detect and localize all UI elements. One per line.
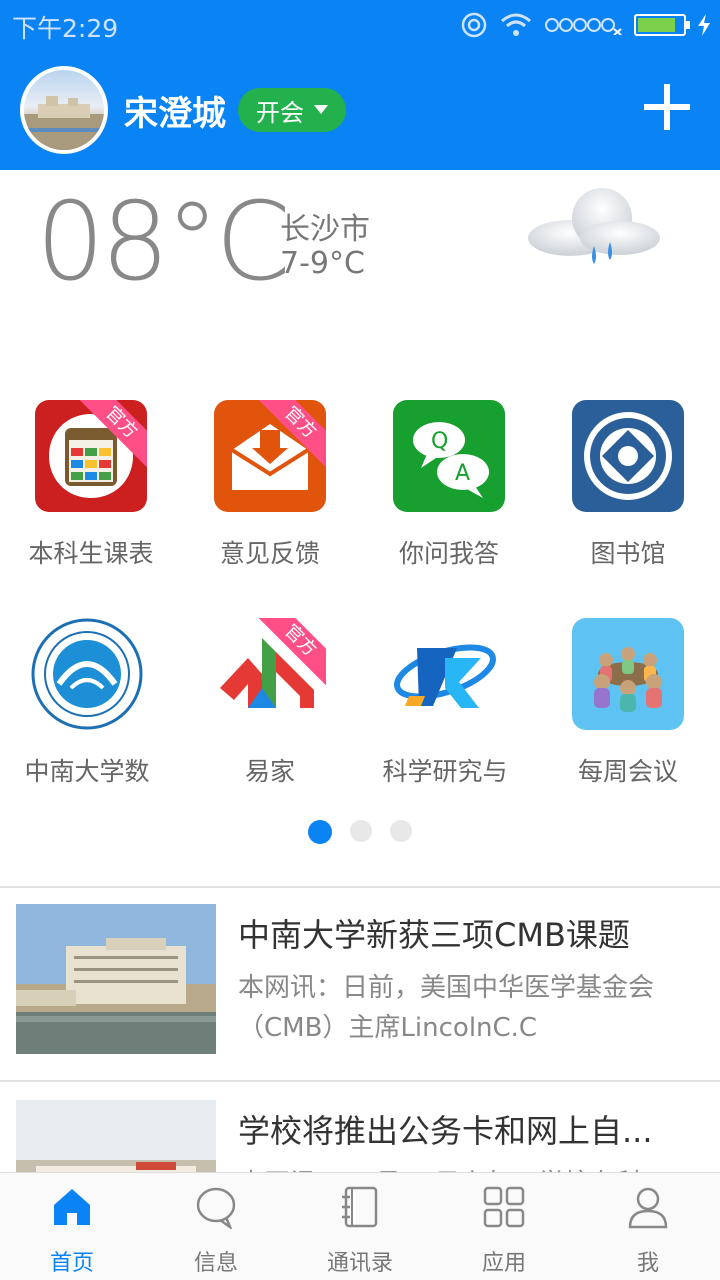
home-icon — [54, 1189, 90, 1225]
app-research[interactable]: 科学研究与 — [355, 618, 535, 788]
temperature-range: 7-9°C — [280, 246, 365, 281]
svg-text:A: A — [455, 461, 470, 486]
chat-bubble-icon — [196, 1187, 236, 1231]
battery-icon — [634, 14, 690, 36]
app-label: 中南大学数 — [24, 757, 150, 786]
news-title: 中南大学新获三项CMB课题 — [238, 916, 630, 954]
tab-messages[interactable]: 信息 — [144, 1173, 288, 1280]
news-item[interactable]: 中南大学新获三项CMB课题 本网讯：日前，美国中华医学基金会（CMB）主席Lin… — [0, 888, 720, 1082]
news-thumbnail — [16, 904, 216, 1054]
qa-icon: QA — [393, 400, 505, 512]
contacts-book-icon — [342, 1186, 378, 1228]
page-indicator — [0, 820, 720, 844]
tab-label: 首页 — [49, 1251, 94, 1276]
app-label: 你问我答 — [398, 539, 499, 568]
dropdown-arrow-icon — [314, 105, 328, 114]
tab-me[interactable]: 我 — [576, 1173, 720, 1280]
status-dropdown[interactable]: 开会 — [238, 88, 346, 132]
bottom-tab-bar: 首页 信息 通讯录 应用 我 — [0, 1172, 720, 1280]
user-profile[interactable]: 宋澄城 开会 — [20, 66, 346, 154]
app-library[interactable]: 图书馆 — [538, 400, 718, 570]
university-seal-icon — [31, 618, 143, 730]
wifi-icon — [501, 13, 531, 36]
tab-label: 信息 — [193, 1251, 238, 1276]
house-logo-icon: 官方 — [214, 618, 326, 730]
divider — [0, 1080, 720, 1082]
app-label: 易家 — [244, 757, 295, 786]
mail-feedback-icon: 官方 — [214, 400, 326, 512]
app-weekly-meeting[interactable]: 每周会议 — [538, 618, 718, 788]
charging-icon — [698, 14, 710, 36]
weather-city: 长沙市 — [280, 212, 370, 247]
temperature: 08°C — [36, 180, 291, 305]
app-label: 每周会议 — [577, 757, 678, 786]
hotspot-icon — [461, 12, 487, 38]
app-label: 图书馆 — [590, 539, 666, 568]
timetable-icon: 官方 — [35, 400, 147, 512]
app-yijia[interactable]: 官方 易家 — [180, 618, 360, 788]
meeting-icon — [572, 618, 684, 730]
status-icons — [460, 8, 710, 42]
plus-icon[interactable] — [644, 84, 690, 130]
apps-grid-icon — [483, 1186, 525, 1228]
status-bar: 下午2:29 — [0, 0, 720, 50]
status-label: 开会 — [256, 98, 304, 127]
app-qa[interactable]: QA 你问我答 — [359, 400, 539, 570]
person-icon — [628, 1187, 668, 1229]
app-label: 本科生课表 — [28, 539, 154, 568]
research-logo-icon — [389, 618, 501, 730]
rain-cloud-icon — [528, 188, 660, 264]
library-emblem-icon — [572, 400, 684, 512]
app-feedback[interactable]: 官方 意见反馈 — [180, 400, 360, 570]
tab-apps[interactable]: 应用 — [432, 1173, 576, 1280]
news-title: 学校将推出公务卡和网上自... — [238, 1112, 653, 1150]
tab-contacts[interactable]: 通讯录 — [288, 1173, 432, 1280]
page-dot-2[interactable] — [350, 820, 372, 842]
news-summary: 本网讯：日前，美国中华医学基金会（CMB）主席LincolnC.C — [238, 973, 655, 1043]
tab-label: 我 — [636, 1251, 659, 1276]
signal-icon — [545, 18, 622, 35]
page-dot-1[interactable] — [308, 820, 332, 844]
app-label: 科学研究与 — [382, 757, 508, 786]
svg-text:Q: Q — [431, 429, 448, 454]
tab-label: 应用 — [481, 1251, 526, 1276]
avatar[interactable] — [20, 66, 108, 154]
app-header: 下午2:29 宋澄城 开会 — [0, 0, 720, 170]
status-time: 下午2:29 — [12, 14, 119, 43]
app-label: 意见反馈 — [219, 539, 320, 568]
tab-home[interactable]: 首页 — [0, 1173, 144, 1280]
app-timetable[interactable]: 官方 本科生课表 — [1, 400, 181, 570]
tab-label: 通讯录 — [326, 1251, 393, 1276]
app-math-school[interactable]: 中南大学数 — [0, 618, 177, 788]
user-name: 宋澄城 — [124, 93, 226, 134]
page-dot-3[interactable] — [390, 820, 412, 842]
